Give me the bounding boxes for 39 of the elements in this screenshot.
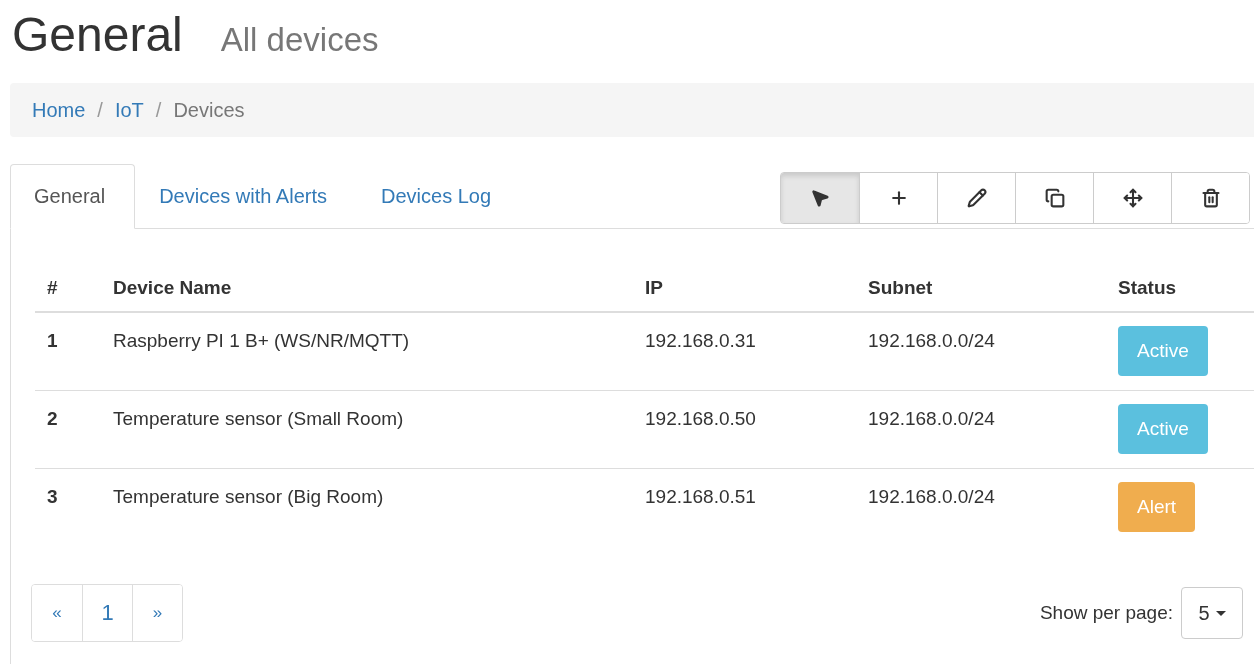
device-name-cell: Temperature sensor (Small Room): [101, 390, 633, 468]
select-button[interactable]: [781, 173, 859, 223]
breadcrumb-link[interactable]: IoT: [114, 98, 144, 122]
row-number: 3: [35, 468, 101, 546]
row-number: 1: [35, 312, 101, 390]
per-page-label: Show per page:: [1039, 602, 1173, 624]
column-header: #: [35, 265, 101, 312]
move-icon: [1122, 188, 1143, 208]
column-header: Subnet: [856, 265, 1106, 312]
pointer-icon: [810, 188, 830, 208]
status-badge: Active: [1118, 326, 1208, 376]
breadcrumb-link[interactable]: Home: [32, 98, 86, 122]
page-title: General: [12, 7, 183, 63]
column-header: IP: [633, 265, 856, 312]
pencil-icon: [966, 188, 987, 208]
device-name-cell: Temperature sensor (Big Room): [101, 468, 633, 546]
subnet-cell: 192.168.0.0/24: [856, 390, 1106, 468]
column-header: Status: [1106, 265, 1254, 312]
row-number: 2: [35, 390, 101, 468]
ip-cell: 192.168.0.31: [633, 312, 856, 390]
ip-cell: 192.168.0.51: [633, 468, 856, 546]
device-name-cell: Raspberry PI 1 B+ (WS/NR/MQTT): [101, 312, 633, 390]
ip-cell: 192.168.0.50: [633, 390, 856, 468]
delete-button[interactable]: [1171, 173, 1249, 223]
trash-icon: [1200, 188, 1221, 208]
breadcrumb-separator: /: [154, 98, 163, 122]
breadcrumb-current: Devices: [173, 98, 245, 122]
copy-icon: [1044, 188, 1065, 208]
page-subtitle: All devices: [220, 21, 379, 59]
caret-icon: [1215, 610, 1226, 616]
subnet-cell: 192.168.0.0/24: [856, 312, 1106, 390]
next-page-button[interactable]: »: [132, 585, 182, 641]
status-badge: Active: [1118, 403, 1208, 454]
column-header: Device Name: [101, 265, 633, 312]
per-page-dropdown[interactable]: 5: [1181, 587, 1243, 639]
subnet-cell: 192.168.0.0/24: [856, 468, 1106, 546]
breadcrumb-separator: /: [96, 98, 104, 122]
status-badge: Alert: [1118, 481, 1196, 532]
tab[interactable]: General: [10, 164, 136, 229]
